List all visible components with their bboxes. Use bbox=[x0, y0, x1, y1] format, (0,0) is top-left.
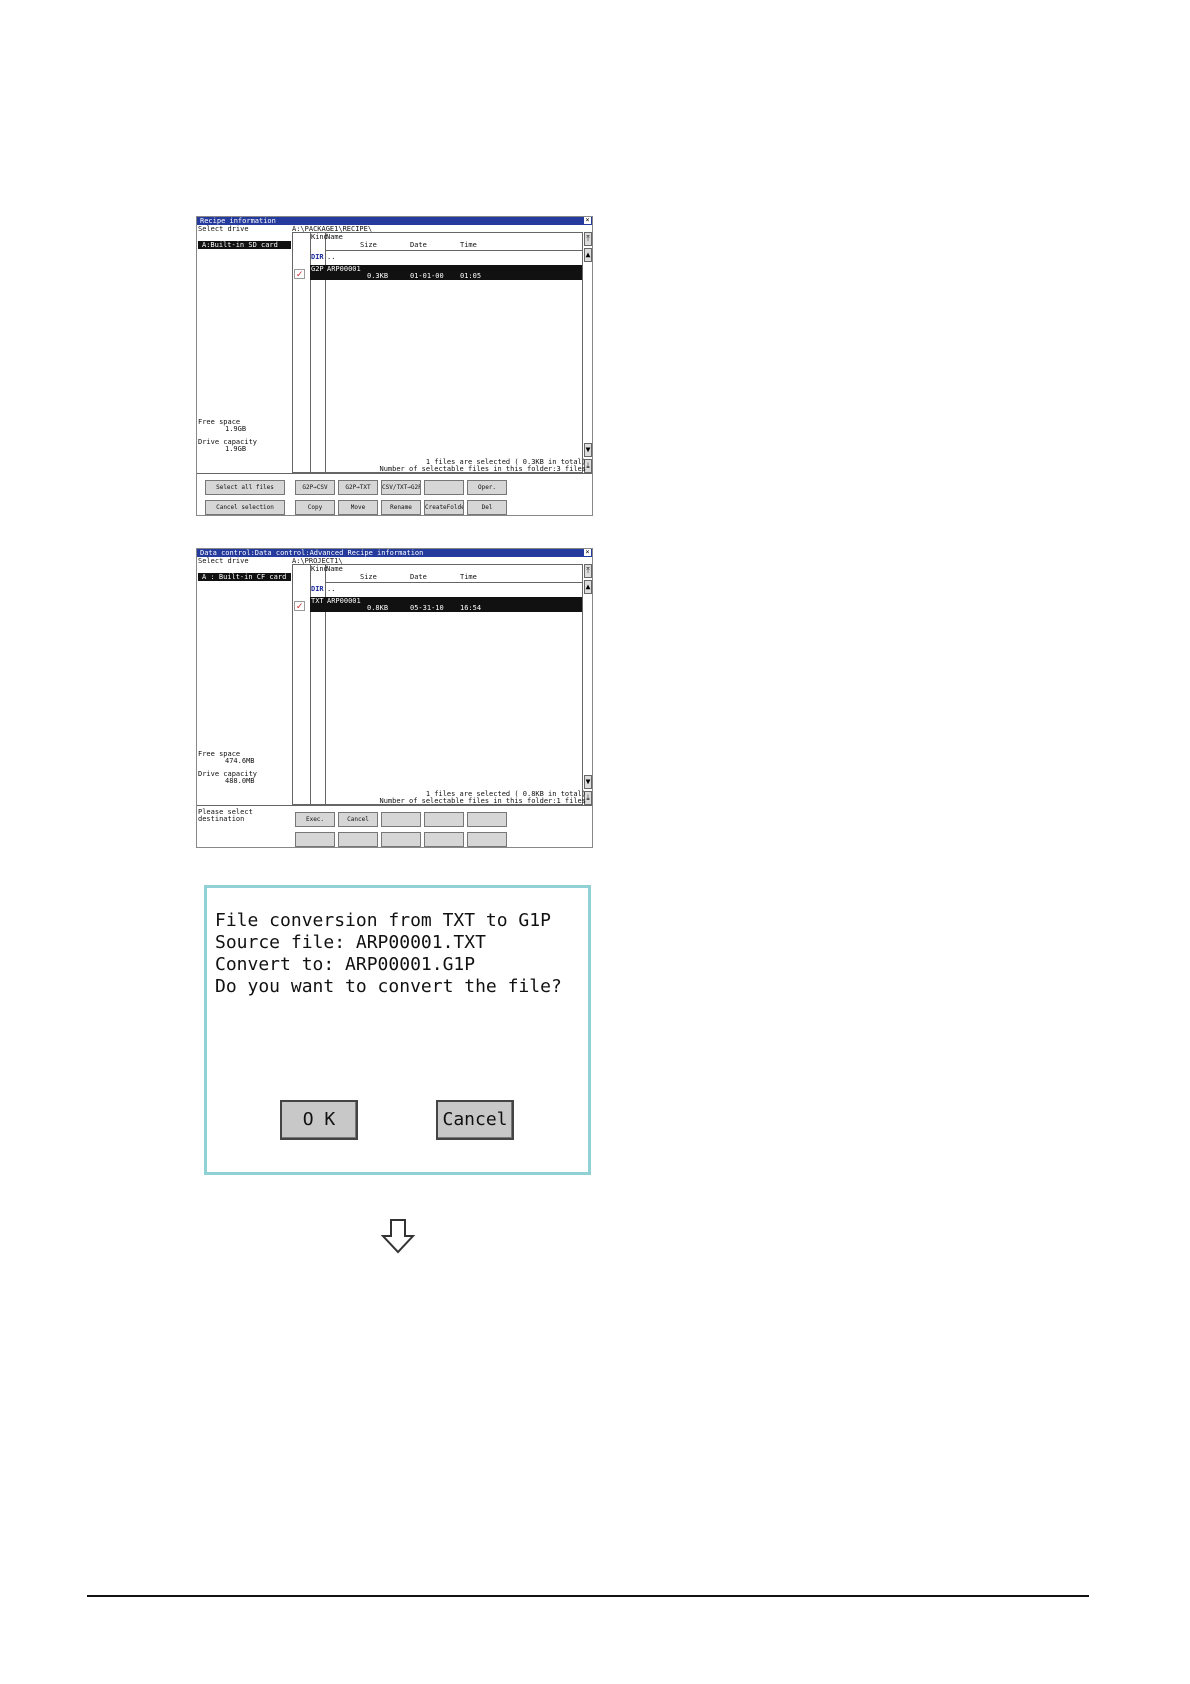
prompt-line2: destination bbox=[198, 815, 245, 823]
blank-button[interactable] bbox=[467, 812, 507, 827]
window-titlebar: Data control:Data control:Advanced Recip… bbox=[197, 549, 592, 557]
ok-button[interactable]: O K bbox=[280, 1100, 358, 1140]
parent-folder[interactable]: .. bbox=[327, 585, 335, 593]
blank-button[interactable] bbox=[338, 832, 378, 847]
select-drive-label: Select drive bbox=[198, 225, 249, 233]
rename-button[interactable]: Rename bbox=[381, 500, 421, 515]
cancel-button[interactable]: Cancel bbox=[436, 1100, 514, 1140]
csv-txt-g2p-button[interactable]: CSV/TXT→G2P bbox=[381, 480, 421, 495]
col-size: Size bbox=[360, 241, 377, 249]
checkbox-icon[interactable]: ✓ bbox=[294, 269, 305, 280]
file-time: 01:05 bbox=[460, 272, 482, 280]
drive-capacity-value: 1.9GB bbox=[225, 445, 247, 453]
status-count: Number of selectable files in this folde… bbox=[379, 465, 586, 473]
window-titlebar: Recipe information × bbox=[197, 217, 592, 225]
dialog-line-4: Do you want to convert the file? bbox=[215, 976, 562, 997]
button-area: Please select destination Exec. Cancel bbox=[197, 805, 592, 847]
create-folder-button[interactable]: CreateFolder bbox=[424, 500, 464, 515]
drive-selector[interactable]: A : Built-in CF card bbox=[198, 573, 291, 581]
status-count: Number of selectable files in this folde… bbox=[379, 797, 586, 805]
scrollbar[interactable]: ⤒ ▲ ▼ ⤓ bbox=[584, 232, 592, 473]
checkbox-icon[interactable]: ✓ bbox=[294, 601, 305, 612]
select-drive-label: Select drive bbox=[198, 557, 249, 565]
g2p-csv-button[interactable]: G2P→CSV bbox=[295, 480, 335, 495]
scroll-up-icon[interactable]: ▲ bbox=[584, 248, 592, 262]
close-icon[interactable]: × bbox=[584, 217, 591, 224]
file-date: 01-01-00 bbox=[410, 272, 444, 280]
file-list: Kind Name Size Date Time DIR .. TXT ARP0… bbox=[292, 564, 583, 805]
col-time: Time bbox=[460, 241, 477, 249]
col-time: Time bbox=[460, 573, 477, 581]
blank-button[interactable] bbox=[381, 832, 421, 847]
blank-button[interactable] bbox=[424, 480, 464, 495]
recipe-info-window: Recipe information × Select drive A:Buil… bbox=[196, 216, 593, 516]
scrollbar[interactable]: ⤒ ▲ ▼ ⤓ bbox=[584, 564, 592, 805]
file-size: 0.8KB bbox=[367, 604, 389, 612]
select-all-button[interactable]: Select all files bbox=[205, 480, 285, 495]
window-title: Recipe information bbox=[200, 217, 276, 225]
move-button[interactable]: Move bbox=[338, 500, 378, 515]
col-size: Size bbox=[360, 573, 377, 581]
dialog-line-2: Source file: ARP00001.TXT bbox=[215, 932, 486, 953]
scroll-down-icon[interactable]: ▼ bbox=[584, 775, 592, 789]
close-icon[interactable]: × bbox=[584, 549, 591, 556]
button-area: Select all files G2P→CSV G2P→TXT CSV/TXT… bbox=[197, 473, 592, 515]
advanced-recipe-info-window: Data control:Data control:Advanced Recip… bbox=[196, 548, 593, 848]
table-row[interactable]: TXT ARP00001 0.8KB 05-31-10 16:54 bbox=[310, 597, 582, 612]
blank-button[interactable] bbox=[424, 812, 464, 827]
file-name: ARP00001 bbox=[327, 265, 361, 273]
scroll-up-icon[interactable]: ▲ bbox=[584, 580, 592, 594]
blank-button[interactable] bbox=[295, 832, 335, 847]
scroll-top-icon[interactable]: ⤒ bbox=[584, 232, 592, 246]
copy-button[interactable]: Copy bbox=[295, 500, 335, 515]
delete-button[interactable]: Del bbox=[467, 500, 507, 515]
col-name: Name bbox=[326, 565, 343, 573]
col-date: Date bbox=[410, 573, 427, 581]
col-date: Date bbox=[410, 241, 427, 249]
arrow-down-icon bbox=[380, 1219, 416, 1254]
cancel-button[interactable]: Cancel bbox=[338, 812, 378, 827]
oper-button[interactable]: Oper. bbox=[467, 480, 507, 495]
conversion-dialog: File conversion from TXT to G1P Source f… bbox=[204, 885, 591, 1175]
free-space-value: 474.6MB bbox=[225, 757, 255, 765]
free-space-value: 1.9GB bbox=[225, 425, 247, 433]
drive-capacity-value: 488.0MB bbox=[225, 777, 255, 785]
dir-tag: DIR bbox=[311, 253, 324, 261]
file-size: 0.3KB bbox=[367, 272, 389, 280]
cancel-selection-button[interactable]: Cancel selection bbox=[205, 500, 285, 515]
blank-button[interactable] bbox=[381, 812, 421, 827]
file-name: ARP00001 bbox=[327, 597, 361, 605]
col-name: Name bbox=[326, 233, 343, 241]
exec-button[interactable]: Exec. bbox=[295, 812, 335, 827]
scroll-down-icon[interactable]: ▼ bbox=[584, 443, 592, 457]
dir-tag: DIR bbox=[311, 585, 324, 593]
dialog-line-3: Convert to: ARP00001.G1P bbox=[215, 954, 476, 975]
g2p-txt-button[interactable]: G2P→TXT bbox=[338, 480, 378, 495]
file-kind: G2P bbox=[311, 265, 324, 273]
dialog-line-1: File conversion from TXT to G1P bbox=[215, 910, 551, 931]
file-list: Kind Name Size Date Time DIR .. G2P ARP0… bbox=[292, 232, 583, 473]
parent-folder[interactable]: .. bbox=[327, 253, 335, 261]
drive-selector[interactable]: A:Built-in SD card bbox=[198, 241, 291, 249]
file-date: 05-31-10 bbox=[410, 604, 444, 612]
scroll-top-icon[interactable]: ⤒ bbox=[584, 564, 592, 578]
window-title: Data control:Data control:Advanced Recip… bbox=[200, 549, 424, 557]
file-time: 16:54 bbox=[460, 604, 482, 612]
table-row[interactable]: G2P ARP00001 0.3KB 01-01-00 01:05 bbox=[310, 265, 582, 280]
blank-button[interactable] bbox=[424, 832, 464, 847]
file-kind: TXT bbox=[311, 597, 324, 605]
footer-divider bbox=[87, 1595, 1089, 1597]
blank-button[interactable] bbox=[467, 832, 507, 847]
